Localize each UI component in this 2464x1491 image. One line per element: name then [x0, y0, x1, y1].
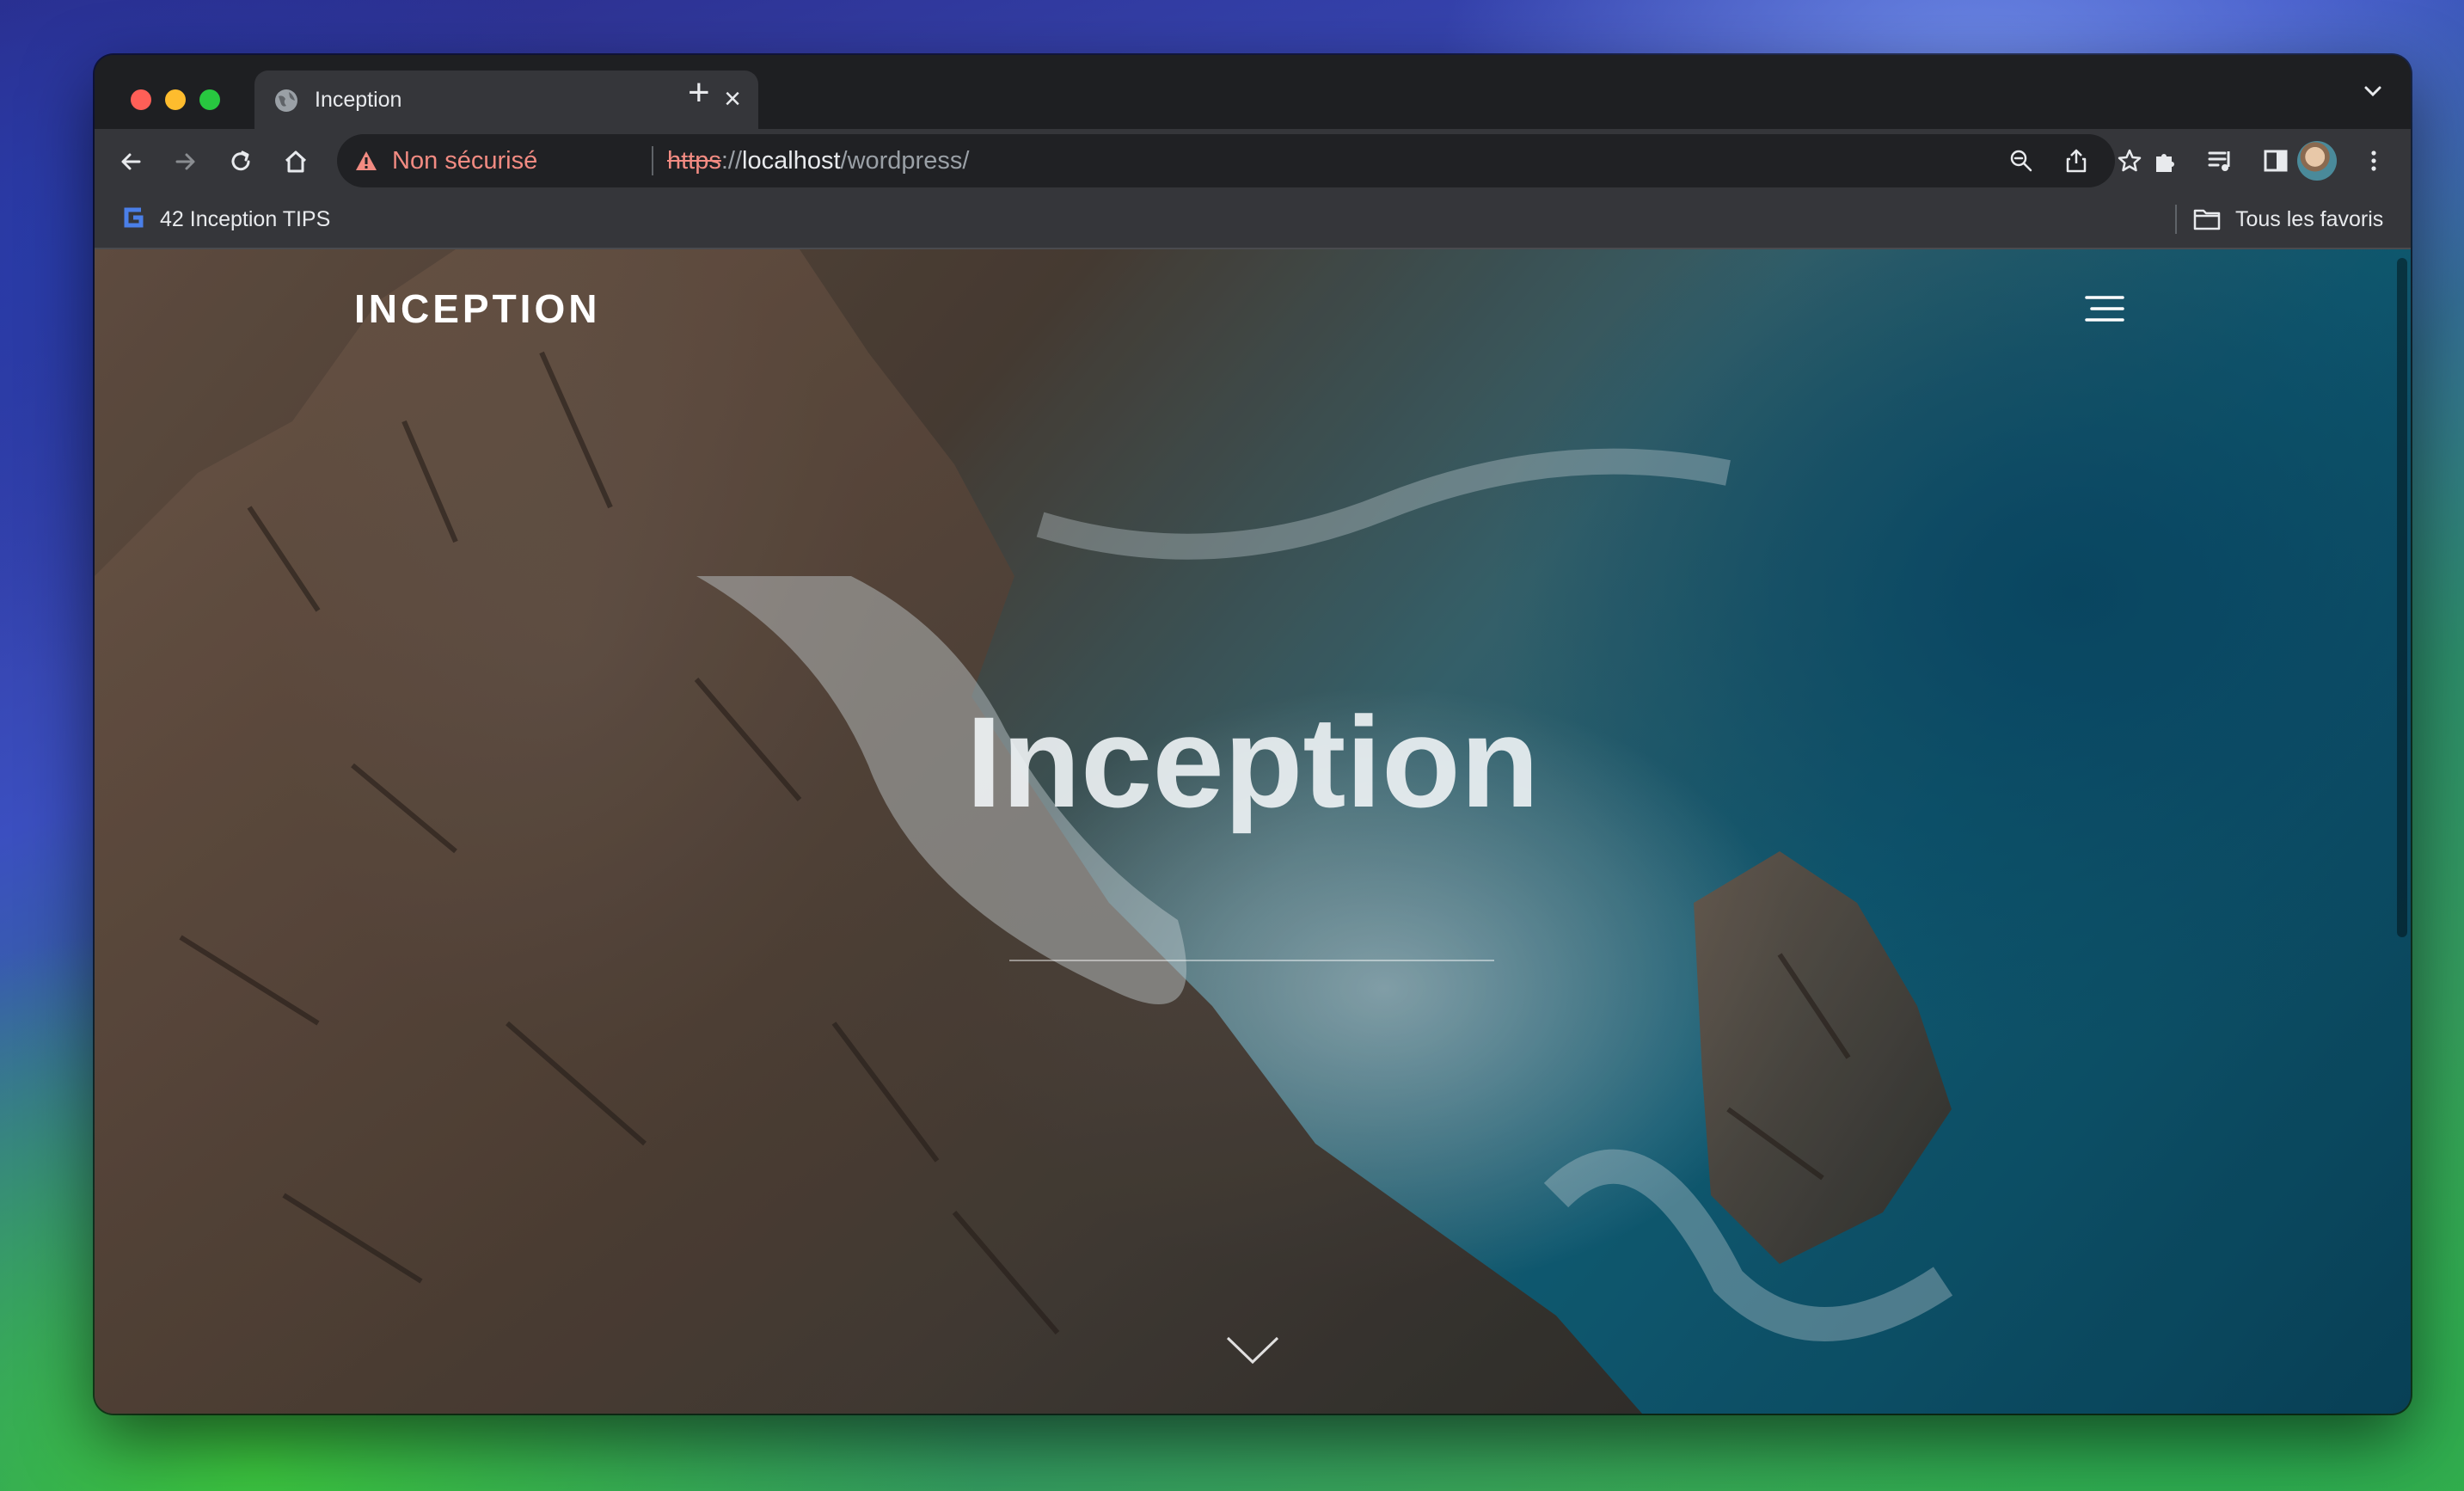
- more-menu-icon[interactable]: [2359, 146, 2388, 175]
- warning-triangle-icon[interactable]: [354, 149, 378, 173]
- zoom-icon[interactable]: [2008, 148, 2034, 174]
- globe-icon: [275, 89, 297, 112]
- scroll-down-chevron-icon[interactable]: [1224, 1333, 1281, 1367]
- bookmark-star-icon[interactable]: [2117, 148, 2142, 174]
- close-window-button[interactable]: [131, 89, 151, 110]
- url-path: /wordpress/: [840, 147, 970, 175]
- security-status-text[interactable]: Non sécurisé: [392, 147, 537, 175]
- tab-strip: Inception × +: [95, 55, 2411, 129]
- extensions-puzzle-icon[interactable]: [2151, 146, 2180, 175]
- bookmark-favicon-icon: [124, 207, 144, 228]
- side-panel-icon[interactable]: [2261, 146, 2290, 175]
- all-bookmarks-button[interactable]: Tous les favoris: [2235, 207, 2383, 232]
- back-arrow-icon[interactable]: [117, 148, 144, 175]
- zoom-window-button[interactable]: [199, 89, 220, 110]
- url-scheme-separator: ://: [720, 147, 743, 175]
- site-logo[interactable]: INCEPTION: [354, 285, 600, 332]
- page-scrollbar[interactable]: [2397, 258, 2407, 937]
- address-bar[interactable]: Non sécurisé https://localhost/wordpress…: [337, 134, 2142, 187]
- reload-icon[interactable]: [227, 148, 254, 175]
- url-text[interactable]: https://localhost/wordpress/: [667, 147, 969, 175]
- url-host: localhost: [742, 147, 841, 175]
- browser-toolbar: Non sécurisé https://localhost/wordpress…: [95, 129, 2411, 193]
- share-icon[interactable]: [2063, 148, 2089, 174]
- close-tab-icon[interactable]: ×: [724, 84, 741, 114]
- address-separator: [652, 146, 653, 175]
- new-tab-button[interactable]: +: [688, 74, 710, 112]
- hero-divider: [1009, 960, 1494, 961]
- bookmark-42-inception-tips[interactable]: 42 Inception TIPS: [160, 207, 330, 232]
- hero-title: Inception: [965, 690, 1540, 834]
- tab-title: Inception: [315, 88, 402, 112]
- folder-icon[interactable]: [2192, 206, 2222, 232]
- minimize-window-button[interactable]: [165, 89, 186, 110]
- home-icon[interactable]: [282, 148, 310, 175]
- hamburger-menu-icon[interactable]: [2085, 294, 2124, 323]
- bookmarks-bar: 42 Inception TIPS Tous les favoris: [95, 193, 2411, 249]
- browser-window: Inception × + Non sécurisé https://local…: [95, 55, 2411, 1414]
- tab-inception[interactable]: Inception ×: [254, 71, 758, 129]
- tab-search-chevron-icon[interactable]: [2361, 79, 2385, 103]
- bookmarks-separator: [2175, 205, 2177, 234]
- forward-arrow-icon[interactable]: [172, 148, 199, 175]
- url-scheme: https: [667, 147, 721, 175]
- media-control-icon[interactable]: [2206, 146, 2235, 175]
- profile-avatar[interactable]: [2297, 141, 2337, 181]
- page-hero: INCEPTION Inception: [95, 249, 2411, 1414]
